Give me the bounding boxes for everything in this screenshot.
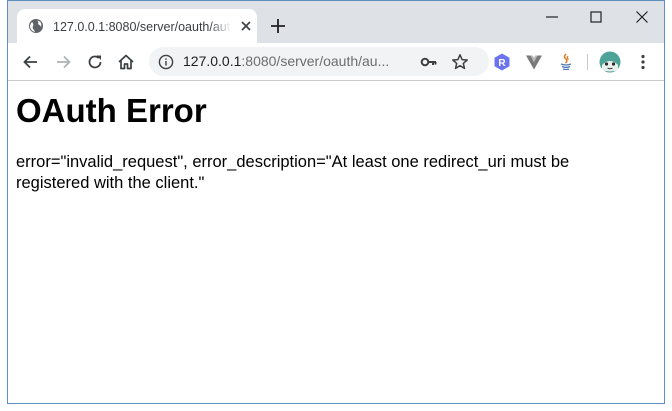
window-close-icon[interactable]: [632, 7, 652, 27]
java-extension-icon[interactable]: [556, 52, 576, 72]
reload-icon[interactable]: [85, 52, 105, 72]
more-vertical-icon[interactable]: [633, 52, 653, 72]
url-path: :8080/server/oauth/au...: [241, 53, 390, 69]
maximize-icon[interactable]: [586, 7, 606, 27]
home-icon[interactable]: [116, 52, 136, 72]
address-bar[interactable]: 127.0.0.1:8080/server/oauth/au...: [149, 47, 489, 76]
back-arrow-icon[interactable]: [21, 52, 41, 72]
error-message: error="invalid_request", error_descripti…: [16, 153, 570, 192]
key-icon[interactable]: [420, 54, 438, 70]
info-icon[interactable]: [158, 54, 174, 70]
svg-text:R: R: [498, 58, 506, 69]
new-tab-plus-icon[interactable]: [269, 17, 287, 35]
minimize-icon[interactable]: [542, 7, 562, 27]
browser-tab[interactable]: 127.0.0.1:8080/server/oauth/authorize: [17, 9, 257, 43]
forward-arrow-icon[interactable]: [53, 52, 73, 72]
browser-window: 127.0.0.1:8080/server/oauth/authorize: [7, 0, 665, 404]
star-icon[interactable]: [451, 53, 469, 71]
browser-toolbar: 127.0.0.1:8080/server/oauth/au... R: [8, 43, 664, 81]
tab-strip: 127.0.0.1:8080/server/oauth/authorize: [8, 1, 664, 43]
url-host: 127.0.0.1: [183, 53, 242, 69]
toolbar-separator: [587, 54, 588, 70]
v-extension-icon[interactable]: [524, 52, 544, 72]
page-title: OAuth Error: [16, 92, 207, 129]
tab-close-icon[interactable]: [238, 18, 254, 34]
url-text[interactable]: 127.0.0.1:8080/server/oauth/au...: [183, 52, 389, 71]
globe-icon: [29, 19, 43, 33]
tab-title: 127.0.0.1:8080/server/oauth/authorize: [53, 20, 231, 34]
r-extension-icon[interactable]: R: [492, 52, 512, 72]
avatar-icon[interactable]: [599, 51, 621, 73]
page-content: OAuth Error error="invalid_request", err…: [8, 81, 664, 403]
